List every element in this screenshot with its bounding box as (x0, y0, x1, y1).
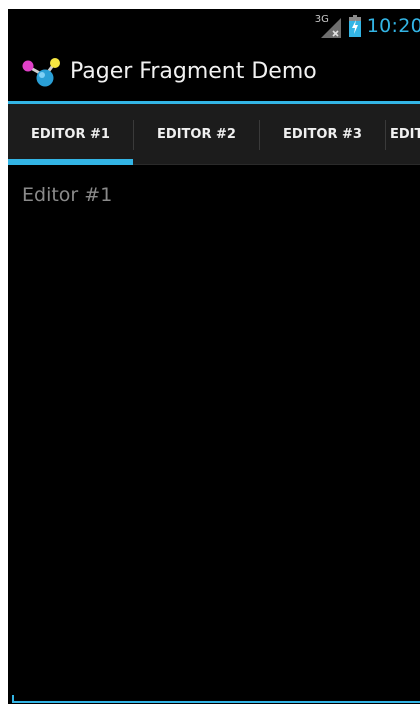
device-screen: 3G 10:20 Pager Fragment Demo EDITOR #1 E… (8, 9, 420, 704)
app-title: Pager Fragment Demo (70, 59, 317, 84)
editor-hint: Editor #1 (22, 184, 113, 206)
screenshot-frame: 3G 10:20 Pager Fragment Demo EDITOR #1 E… (0, 0, 420, 704)
tab-editor-2[interactable]: EDITOR #2 (134, 104, 259, 165)
tab-editor-3[interactable]: EDITOR #3 (260, 104, 385, 165)
network-indicator: 3G (315, 13, 345, 39)
tab-editor-1[interactable]: EDITOR #1 (8, 104, 133, 165)
app-molecule-icon[interactable] (20, 54, 62, 90)
action-bar: Pager Fragment Demo (8, 42, 420, 101)
editor-text-field[interactable]: Editor #1 (8, 165, 420, 700)
status-bar: 3G 10:20 (8, 9, 420, 42)
battery-charging-icon (348, 14, 361, 37)
status-icons: 3G 10:20 (315, 9, 420, 42)
tab-editor-4[interactable]: EDITOR #4 (386, 104, 420, 165)
signal-icon (320, 17, 341, 38)
editor-underline (12, 701, 420, 703)
status-clock: 10:20 (366, 14, 420, 37)
tab-strip: EDITOR #1 EDITOR #2 EDITOR #3 EDITOR #4 (8, 104, 420, 165)
